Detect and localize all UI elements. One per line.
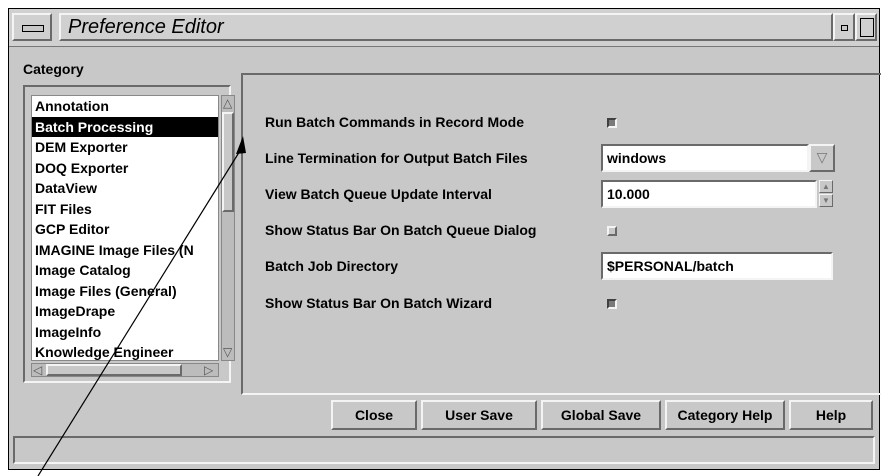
title-bar: Preference Editor xyxy=(9,9,879,47)
checkbox-status-bar-queue[interactable] xyxy=(607,226,617,236)
maximize-icon xyxy=(860,18,874,37)
preference-editor-window: Preference Editor Category Annotation Bat… xyxy=(8,8,881,470)
pref-label-queue-interval: View Batch Queue Update Interval xyxy=(265,186,492,202)
checkbox-run-batch-record[interactable] xyxy=(607,118,617,128)
line-termination-select[interactable]: windows xyxy=(601,144,809,172)
global-save-button[interactable]: Global Save xyxy=(541,400,661,430)
minimize-icon xyxy=(841,25,848,31)
pref-label-job-directory: Batch Job Directory xyxy=(265,258,399,274)
pref-label-status-bar-wizard: Show Status Bar On Batch Wizard xyxy=(265,295,493,311)
category-list-item[interactable]: DataView xyxy=(32,178,218,199)
category-list-item[interactable]: GCP Editor xyxy=(32,219,218,240)
vertical-scroll-thumb[interactable] xyxy=(222,112,234,212)
pref-label-status-bar-queue: Show Status Bar On Batch Queue Dialog xyxy=(265,222,537,238)
user-save-button[interactable]: User Save xyxy=(421,400,537,430)
scroll-left-icon[interactable]: ◁ xyxy=(33,364,42,376)
job-directory-input[interactable]: $PERSONAL/batch xyxy=(601,252,833,280)
queue-interval-input[interactable]: 10.000 xyxy=(601,180,817,208)
category-vertical-scrollbar[interactable]: △ ▽ xyxy=(221,95,235,361)
scroll-right-icon[interactable]: ▷ xyxy=(204,364,213,376)
category-list-item[interactable]: ImageInfo xyxy=(32,322,218,343)
stepper-down-icon[interactable]: ▼ xyxy=(819,194,833,207)
category-horizontal-scrollbar[interactable]: ◁ ▷ xyxy=(31,363,219,377)
help-button[interactable]: Help xyxy=(789,400,873,430)
queue-interval-stepper[interactable]: ▲ ▼ xyxy=(819,180,833,208)
scroll-up-icon[interactable]: △ xyxy=(223,97,232,109)
minimize-button[interactable] xyxy=(833,13,855,41)
window-menu-icon xyxy=(22,25,44,32)
category-list-item[interactable]: Annotation xyxy=(32,96,218,117)
category-list-item[interactable]: Image Files (General) xyxy=(32,281,218,302)
category-list-item[interactable]: IMAGINE Image Files (N xyxy=(32,240,218,261)
category-list-item[interactable]: DOQ Exporter xyxy=(32,158,218,179)
pref-label-line-termination: Line Termination for Output Batch Files xyxy=(265,150,528,166)
category-list-frame: Annotation Batch Processing DEM Exporter DO… xyxy=(23,85,235,383)
window-menu-button[interactable] xyxy=(12,13,52,41)
scroll-down-icon[interactable]: ▽ xyxy=(223,346,232,358)
chevron-down-icon[interactable]: ▽ xyxy=(809,144,835,172)
status-bar xyxy=(13,436,875,464)
horizontal-scroll-thumb[interactable] xyxy=(46,364,182,376)
pref-label-run-batch-record: Run Batch Commands in Record Mode xyxy=(265,114,525,130)
checkbox-status-bar-wizard[interactable] xyxy=(607,299,617,309)
category-list-item[interactable]: ImageDrape xyxy=(32,301,218,322)
category-help-button[interactable]: Category Help xyxy=(665,400,785,430)
category-list-item[interactable]: Image Catalog xyxy=(32,260,218,281)
category-list-item[interactable]: Batch Processing xyxy=(32,116,218,137)
preferences-panel: Run Batch Commands in Record Mode Line T… xyxy=(241,73,881,395)
category-list-item[interactable]: Knowledge Engineer xyxy=(32,342,218,360)
maximize-button[interactable] xyxy=(855,13,877,41)
category-label: Category xyxy=(23,61,84,77)
window-title: Preference Editor xyxy=(59,13,833,41)
close-button[interactable]: Close xyxy=(331,400,417,430)
stepper-up-icon[interactable]: ▲ xyxy=(819,180,833,193)
category-list-item[interactable]: FIT Files xyxy=(32,199,218,220)
category-list-item[interactable]: DEM Exporter xyxy=(32,137,218,158)
category-list[interactable]: Annotation Batch Processing DEM Exporter DO… xyxy=(31,95,219,361)
